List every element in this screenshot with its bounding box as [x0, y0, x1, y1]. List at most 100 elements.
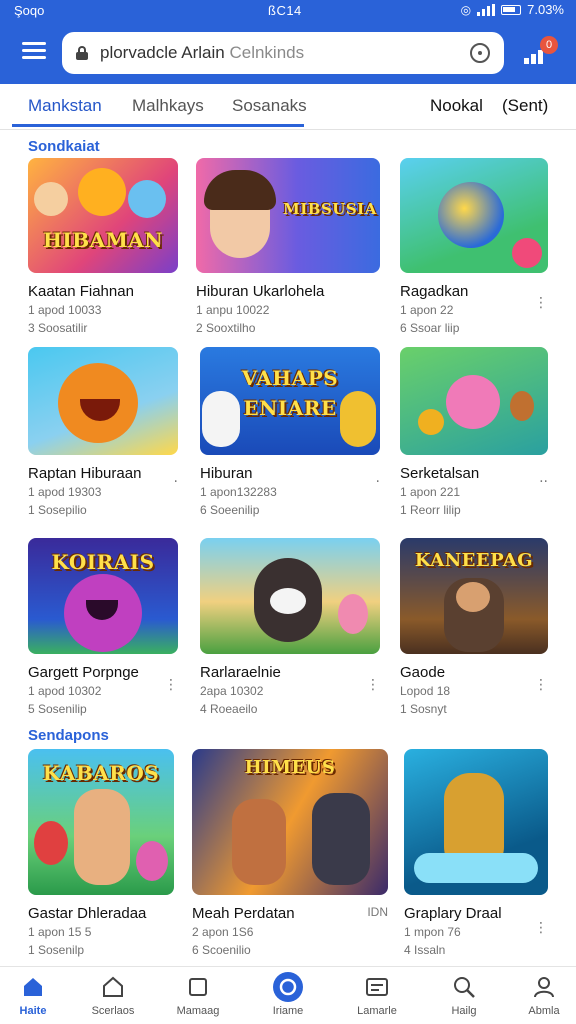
bottom-navigation: Haite Scerlaos Mamaag Iriame Lamarle Hai…: [0, 966, 576, 1024]
search-placeholder: Celnkinds: [229, 43, 305, 62]
nav-label: Abmla: [528, 1005, 560, 1017]
nav-label: Mamaag: [176, 1005, 220, 1017]
thumbnail-text: HIBAMAN: [42, 228, 164, 252]
tab-sosanaks[interactable]: Sosanaks: [232, 96, 307, 116]
thumbnail-text: HIMEUS: [244, 757, 336, 778]
card-title: Raptan Hiburaan: [28, 465, 142, 482]
card-title: Rarlaraelnie: [200, 664, 281, 681]
square-icon: [186, 975, 210, 999]
nav-item-abmla[interactable]: Abmla: [504, 975, 576, 1017]
card-meta: 4 Roeaeilo: [200, 702, 258, 716]
search-value: plorvadcle Arlain: [100, 43, 230, 62]
search-input[interactable]: plorvadcle Arlain Celnkinds: [100, 43, 470, 63]
reload-icon[interactable]: [470, 43, 490, 63]
notification-badge: 0: [540, 36, 558, 54]
thumbnail-text: KANEEPAG: [414, 550, 534, 571]
game-card[interactable]: Ragadkan 1 apon 22 6 Ssoar liip ⋮: [400, 158, 548, 336]
card-meta: 1 apod 19303: [28, 485, 102, 499]
card-meta: 1 apod 10033: [28, 303, 102, 317]
section-title: Sendapons: [28, 727, 109, 744]
app-bar: Şoqo ßC14 ◎ 7.03% plorvadcle Arlain Celn…: [0, 0, 576, 84]
game-card[interactable]: KANEEPAG Gaode Lopod 18 1 Sosnyt ⋮: [400, 538, 548, 717]
status-carrier: Şoqo: [14, 3, 45, 18]
more-options-icon[interactable]: ⋅: [174, 473, 178, 490]
more-options-icon[interactable]: ⋮: [164, 676, 178, 693]
game-thumbnail: [400, 158, 548, 273]
game-card[interactable]: Graplary Draal 1 mpon 76 4 Issaln ⋮: [404, 749, 548, 958]
game-thumbnail: MIBSUSIA: [196, 158, 380, 273]
game-card[interactable]: Serketalsan 1 apon 221 1 Reorr lilip ⋅⋅: [400, 347, 548, 518]
thumbnail-text: KOIRAIS: [51, 550, 155, 574]
nav-item-hailg[interactable]: Hailg: [424, 975, 504, 1017]
card-meta: 6 Soeenilip: [200, 503, 260, 517]
game-thumbnail: HIBAMAN: [28, 158, 178, 273]
card-title: Gargett Porpnge: [28, 664, 139, 681]
window-icon: [365, 975, 389, 999]
card-meta: 6 Scoenilio: [192, 943, 251, 957]
game-card[interactable]: HIMEUS Meah Perdatan 2 apon 1S6 6 Scoeni…: [192, 749, 388, 958]
more-options-icon[interactable]: ⋅: [376, 473, 380, 490]
status-clock: ßC14: [268, 3, 302, 18]
game-card[interactable]: VAHAPS ENIARE Hiburan 1 apon132283 6 Soe…: [200, 347, 380, 518]
card-meta: 3 Soosatilir: [28, 321, 88, 335]
card-tag: IDN: [367, 905, 388, 919]
game-thumbnail: KOIRAIS: [28, 538, 178, 654]
chart-icon: [524, 50, 543, 64]
nav-label: Scerlaos: [91, 1005, 135, 1017]
signal-icon: [477, 3, 496, 16]
card-title: Hiburan: [200, 465, 253, 482]
battery-percent: 7.03%: [527, 2, 564, 17]
card-meta: 2 apon 1S6: [192, 925, 254, 939]
nav-item-lamarle[interactable]: Lamarle: [337, 975, 417, 1017]
card-title: Ragadkan: [400, 283, 469, 300]
tab-nookal[interactable]: Nookal: [430, 96, 483, 116]
card-title: Serketalsan: [400, 465, 480, 482]
thumbnail-text: KABAROS: [42, 761, 160, 785]
more-options-icon[interactable]: ⋅⋅: [539, 473, 548, 490]
game-thumbnail: VAHAPS ENIARE: [200, 347, 380, 455]
card-meta: 1 apon132283: [200, 485, 277, 499]
section-title: Sondkaiat: [28, 138, 100, 155]
search-icon: [452, 975, 476, 999]
more-options-icon[interactable]: ⋮: [366, 676, 380, 693]
game-card[interactable]: HIBAMAN Kaatan Fiahnan 1 apod 10033 3 So…: [28, 158, 178, 336]
nav-item-haite[interactable]: Haite: [0, 975, 73, 1017]
card-meta: 6 Ssoar liip: [400, 321, 460, 335]
card-meta: 1 apon 22: [400, 303, 454, 317]
tab-sent[interactable]: (Sent): [502, 96, 548, 116]
card-meta: 1 Sosepilio: [28, 503, 87, 517]
address-bar[interactable]: plorvadcle Arlain Celnkinds: [62, 32, 504, 74]
card-meta: Lopod 18: [400, 684, 451, 698]
card-title: Gaode: [400, 664, 446, 681]
game-card[interactable]: KABAROS Gastar Dhleradaa 1 apon 15 5 1 S…: [28, 749, 174, 958]
nav-item-iriame[interactable]: Iriame: [248, 972, 328, 1017]
home-icon: [21, 975, 45, 999]
thumbnail-text: VAHAPS ENIARE: [241, 366, 339, 420]
card-meta: 1 apon 221: [400, 485, 461, 499]
nav-item-scerlaos[interactable]: Scerlaos: [73, 975, 153, 1017]
nav-item-mamaag[interactable]: Mamaag: [158, 975, 238, 1017]
game-thumbnail: [400, 347, 548, 455]
more-options-icon[interactable]: ⋮: [534, 676, 548, 693]
card-meta: 4 Issaln: [404, 943, 446, 957]
more-options-icon[interactable]: ⋮: [534, 919, 548, 936]
game-card[interactable]: Raptan Hiburaan 1 apod 19303 1 Sosepilio…: [28, 347, 178, 518]
tab-malhkays[interactable]: Malhkays: [132, 96, 204, 116]
card-title: Graplary Draal: [404, 905, 502, 922]
game-thumbnail: KANEEPAG: [400, 538, 548, 654]
game-card[interactable]: KOIRAIS Gargett Porpnge 1 apod 10302 5 S…: [28, 538, 178, 717]
stats-button[interactable]: 0: [520, 36, 560, 72]
card-meta: 1 Sosnyt: [400, 702, 447, 716]
tab-mankstan[interactable]: Mankstan: [28, 96, 102, 116]
card-title: Kaatan Fiahnan: [28, 283, 134, 300]
menu-button[interactable]: [22, 42, 46, 62]
game-thumbnail: [404, 749, 548, 895]
game-card[interactable]: MIBSUSIA Hiburan Ukarlohela 1 anpu 10022…: [196, 158, 380, 336]
wifi-icon: ◎: [460, 2, 472, 17]
more-options-icon[interactable]: ⋮: [534, 294, 548, 311]
game-card[interactable]: Rarlaraelnie 2apa 10302 4 Roeaeilo ⋮: [200, 538, 380, 717]
nav-label: Haite: [19, 1005, 47, 1017]
card-meta: 1 mpon 76: [404, 925, 461, 939]
battery-icon: [501, 4, 522, 15]
nav-label: Hailg: [451, 1005, 477, 1017]
